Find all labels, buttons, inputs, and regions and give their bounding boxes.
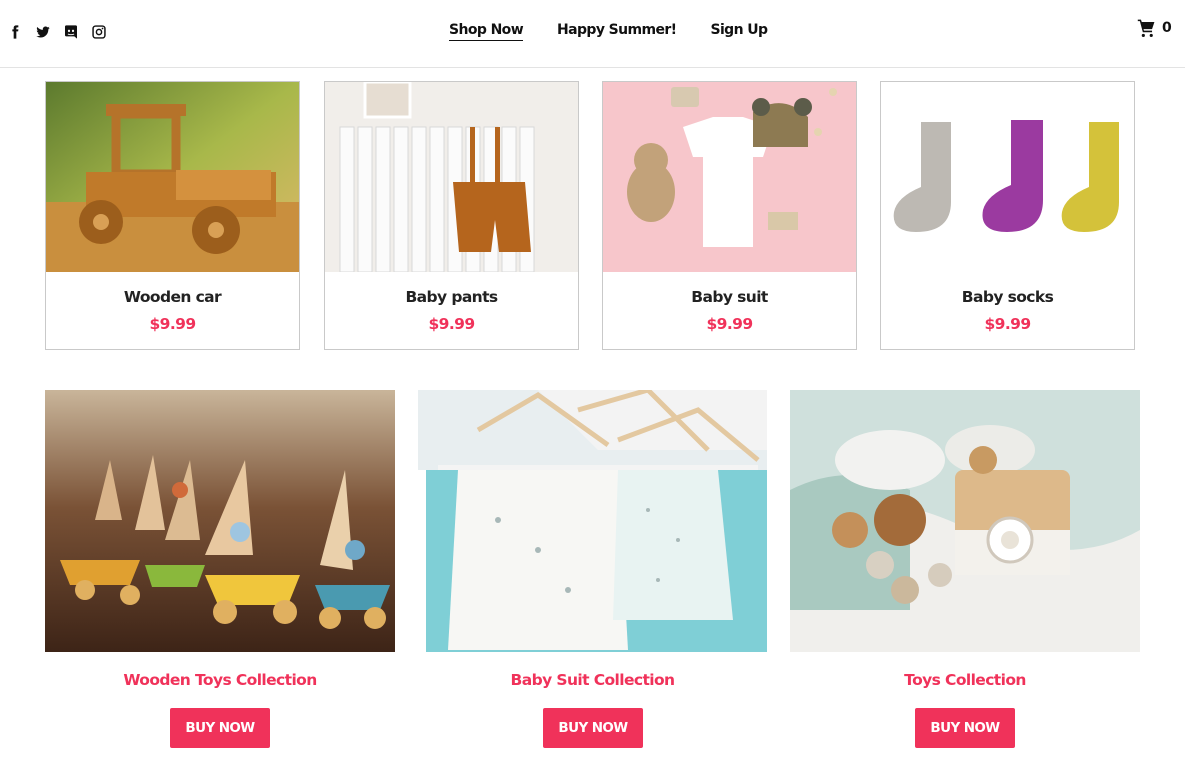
- facebook-icon[interactable]: [6, 22, 23, 42]
- product-price: $9.99: [984, 315, 1031, 333]
- collection-image-baby-suit[interactable]: [418, 390, 767, 652]
- product-image-baby-suit: [603, 82, 856, 272]
- product-image-baby-pants: [325, 82, 578, 272]
- collection-image-wooden-toys[interactable]: [45, 390, 395, 652]
- collection-wooden-toys: Wooden Toys Collection BUY NOW: [45, 390, 395, 748]
- product-card-baby-pants[interactable]: Baby pants $9.99: [324, 81, 579, 350]
- collection-baby-suit: Baby Suit Collection BUY NOW: [418, 390, 767, 748]
- twitter-icon[interactable]: [34, 22, 51, 42]
- main-nav: Shop Now Happy Summer! Sign Up: [449, 22, 768, 41]
- cart-icon: [1137, 19, 1155, 37]
- discord-icon[interactable]: [62, 22, 79, 42]
- product-image-wooden-car: [46, 82, 299, 272]
- product-name: Baby socks: [961, 288, 1054, 306]
- collection-title: Baby Suit Collection: [510, 671, 676, 689]
- product-image-baby-socks: [881, 82, 1134, 272]
- nav-sign-up[interactable]: Sign Up: [710, 22, 768, 41]
- social-links: [6, 22, 107, 42]
- product-name: Wooden car: [123, 288, 222, 306]
- product-name: Baby pants: [405, 288, 498, 306]
- nav-shop-now[interactable]: Shop Now: [449, 22, 524, 41]
- product-card-baby-socks[interactable]: Baby socks $9.99: [880, 81, 1135, 350]
- collection-image-toys[interactable]: [790, 390, 1140, 652]
- buy-now-button[interactable]: BUY NOW: [170, 708, 270, 748]
- collection-title: Wooden Toys Collection: [123, 671, 317, 689]
- product-card-wooden-car[interactable]: Wooden car $9.99: [45, 81, 300, 350]
- nav-happy-summer[interactable]: Happy Summer!: [557, 22, 677, 41]
- collection-toys: Toys Collection BUY NOW: [790, 390, 1140, 748]
- buy-now-button[interactable]: BUY NOW: [543, 708, 643, 748]
- product-price: $9.99: [149, 315, 196, 333]
- cart-button[interactable]: 0: [1137, 18, 1172, 37]
- site-header: Shop Now Happy Summer! Sign Up 0: [0, 0, 1185, 68]
- collection-title: Toys Collection: [904, 671, 1026, 689]
- buy-now-button[interactable]: BUY NOW: [915, 708, 1015, 748]
- cart-count: 0: [1162, 19, 1172, 36]
- product-card-baby-suit[interactable]: Baby suit $9.99: [602, 81, 857, 350]
- product-price: $9.99: [706, 315, 753, 333]
- product-price: $9.99: [428, 315, 475, 333]
- product-name: Baby suit: [691, 288, 768, 306]
- instagram-icon[interactable]: [90, 22, 107, 42]
